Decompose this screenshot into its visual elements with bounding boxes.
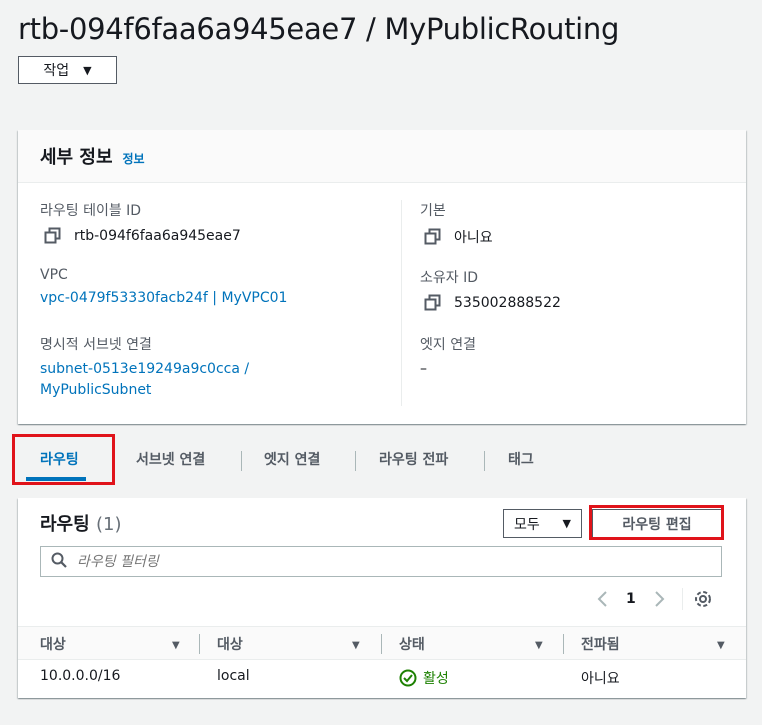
tab-separator bbox=[484, 451, 485, 471]
owner-id-value: 535002888522 bbox=[454, 295, 561, 311]
tab-route-propagation[interactable]: 라우팅 전파 bbox=[379, 436, 448, 482]
details-right-column: 기본 아니요 소유자 ID 535002888522 엣지 연결 – bbox=[401, 200, 732, 406]
column-header-propagated[interactable]: 전파됨 bbox=[581, 627, 620, 661]
routes-header: 라우팅 (1) bbox=[40, 510, 121, 536]
route-table-id-value-row: rtb-094f6faa6a945eae7 bbox=[40, 227, 241, 245]
edge-assoc-value: – bbox=[420, 361, 427, 377]
main-value-row: 아니요 bbox=[420, 227, 493, 247]
owner-id-label: 소유자 ID bbox=[420, 270, 478, 286]
vpc-label: VPC bbox=[40, 267, 68, 283]
caret-down-icon: ▼ bbox=[83, 63, 92, 77]
page-number[interactable]: 1 bbox=[626, 591, 636, 607]
chevron-right-icon[interactable] bbox=[650, 589, 670, 609]
tab-highlight-box bbox=[12, 434, 115, 485]
column-separator bbox=[563, 634, 564, 654]
main-label: 기본 bbox=[420, 203, 446, 219]
edge-assoc-label: 엣지 연결 bbox=[420, 337, 476, 353]
info-link[interactable]: 정보 bbox=[123, 150, 145, 167]
details-panel: 세부 정보 정보 라우팅 테이블 ID rtb-094f6faa6a945eae… bbox=[18, 130, 746, 424]
edit-button-highlight-box bbox=[589, 505, 724, 540]
main-field: 기본 아니요 bbox=[420, 200, 493, 247]
search-field[interactable] bbox=[40, 546, 722, 577]
owner-id-value-row: 535002888522 bbox=[420, 294, 561, 312]
route-table-id-label: 라우팅 테이블 ID bbox=[40, 203, 142, 219]
sort-caret-icon[interactable]: ▼ bbox=[535, 640, 543, 651]
column-separator bbox=[381, 634, 382, 654]
column-header-target[interactable]: 대상 bbox=[217, 627, 243, 661]
actions-dropdown-button[interactable]: 작업 ▼ bbox=[18, 56, 117, 84]
route-table-id-value: rtb-094f6faa6a945eae7 bbox=[74, 228, 241, 244]
pagination: 1 bbox=[592, 586, 713, 612]
column-separator bbox=[199, 634, 200, 654]
sort-caret-icon[interactable]: ▼ bbox=[172, 640, 180, 651]
vpc-link[interactable]: vpc-0479f53330facb24f | MyVPC01 bbox=[40, 290, 287, 306]
main-value: 아니요 bbox=[454, 230, 493, 246]
table-header: 대상 ▼ 대상 ▼ 상태 ▼ 전파됨 ▼ bbox=[18, 626, 746, 660]
pagination-separator bbox=[681, 588, 683, 610]
column-header-destination[interactable]: 대상 bbox=[40, 627, 66, 661]
cell-propagated: 아니요 bbox=[581, 671, 620, 687]
search-icon bbox=[51, 552, 67, 572]
copy-icon[interactable] bbox=[44, 227, 62, 245]
caret-down-icon: ▼ bbox=[562, 517, 571, 530]
status-text: 활성 bbox=[423, 671, 449, 687]
tab-separator bbox=[355, 451, 356, 471]
tab-bar: 라우팅 서브넷 연결 엣지 연결 라우팅 전파 태그 bbox=[18, 436, 746, 486]
tab-edge-associations[interactable]: 엣지 연결 bbox=[264, 436, 320, 482]
tab-subnet-associations[interactable]: 서브넷 연결 bbox=[136, 436, 205, 482]
route-table-id-field: 라우팅 테이블 ID rtb-094f6faa6a945eae7 bbox=[40, 200, 241, 245]
subnet-link-line1[interactable]: subnet-0513e19249a9c0cca / bbox=[40, 361, 249, 377]
filter-select[interactable]: 모두 ▼ bbox=[503, 509, 582, 538]
details-header: 세부 정보 정보 bbox=[18, 130, 746, 183]
sort-caret-icon[interactable]: ▼ bbox=[717, 640, 725, 651]
edge-assoc-field: 엣지 연결 – bbox=[420, 334, 476, 377]
routes-count: (1) bbox=[95, 514, 122, 535]
filter-select-value: 모두 bbox=[514, 516, 540, 533]
tab-tags[interactable]: 태그 bbox=[508, 436, 534, 482]
column-header-status[interactable]: 상태 bbox=[399, 627, 425, 661]
cell-status: 활성 bbox=[399, 668, 449, 688]
details-title: 세부 정보 bbox=[40, 147, 113, 168]
gear-icon[interactable] bbox=[693, 589, 713, 609]
search-input[interactable] bbox=[75, 552, 679, 571]
cell-target: local bbox=[217, 668, 250, 684]
copy-icon[interactable] bbox=[424, 228, 442, 246]
owner-id-field: 소유자 ID 535002888522 bbox=[420, 267, 561, 312]
routes-title: 라우팅 bbox=[40, 514, 90, 535]
cell-destination: 10.0.0.0/16 bbox=[40, 668, 121, 684]
chevron-left-icon[interactable] bbox=[592, 589, 612, 609]
explicit-subnet-field: 명시적 서브넷 연결 subnet-0513e19249a9c0cca / My… bbox=[40, 334, 249, 398]
actions-label: 작업 bbox=[43, 63, 70, 79]
page-title: rtb-094f6faa6a945eae7 / MyPublicRouting bbox=[18, 12, 620, 46]
check-circle-icon bbox=[399, 669, 417, 687]
subnet-link-line2[interactable]: MyPublicSubnet bbox=[40, 382, 249, 398]
tab-separator bbox=[241, 451, 242, 471]
sort-caret-icon[interactable]: ▼ bbox=[352, 640, 360, 651]
vpc-field: VPC vpc-0479f53330facb24f | MyVPC01 bbox=[40, 267, 287, 306]
copy-icon[interactable] bbox=[424, 294, 442, 312]
explicit-subnet-label: 명시적 서브넷 연결 bbox=[40, 337, 152, 353]
